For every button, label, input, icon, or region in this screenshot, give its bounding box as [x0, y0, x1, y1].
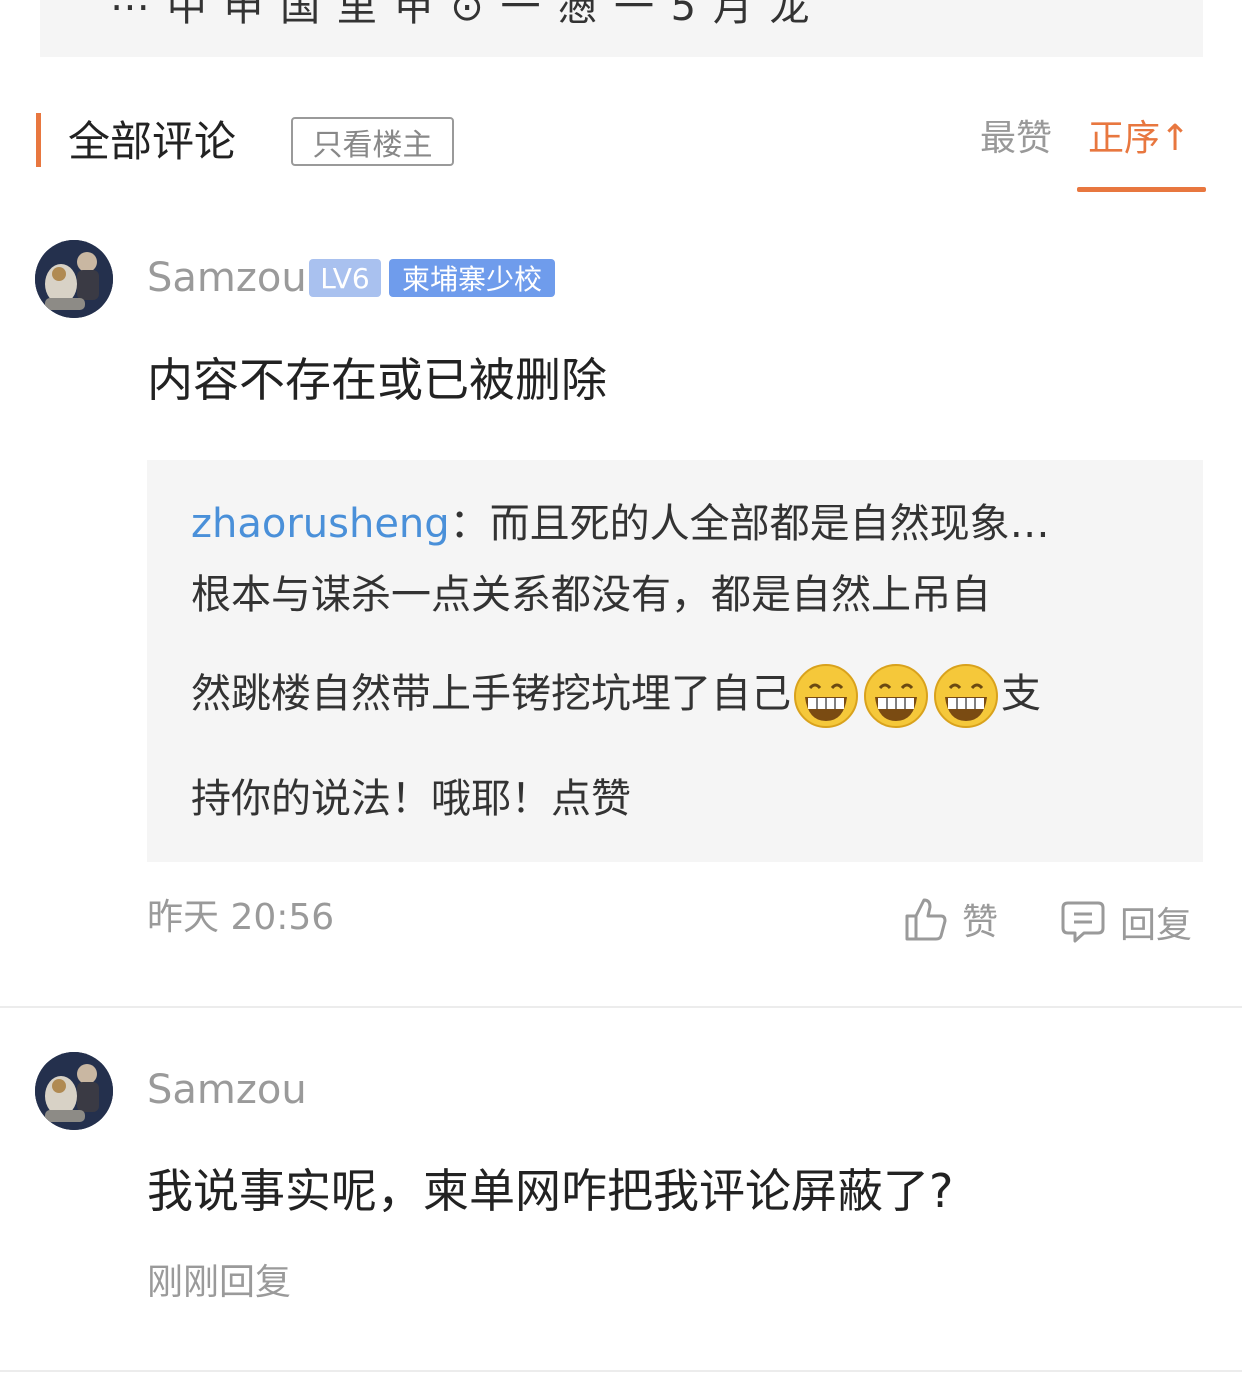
- comment-text: 我说事实呢，柬单网咋把我评论屏蔽了?: [147, 1164, 954, 1218]
- comment-icon: [1061, 901, 1105, 943]
- quote-text-3b: 支: [1001, 671, 1041, 717]
- previous-post-text: ⋯ 中 申 国 里 甲 ⊙ 一 懑 一 5 月 龙: [110, 0, 812, 30]
- avatar[interactable]: [35, 1052, 113, 1130]
- comment-divider: [0, 1006, 1242, 1008]
- quote-text-3: 然跳楼自然带上手铐挖坑埋了自己: [191, 671, 791, 717]
- reply-button[interactable]: 回复: [1060, 896, 1192, 948]
- comments-title: 全部评论: [68, 117, 237, 166]
- active-tab-indicator: [1077, 187, 1206, 192]
- grin-emoji-icon: [864, 664, 928, 728]
- like-button[interactable]: 赞: [904, 893, 998, 945]
- quote-line-3: 然跳楼自然带上手铐挖坑埋了自己 支: [191, 663, 1041, 729]
- comment-username[interactable]: Samzou: [147, 253, 307, 303]
- quote-line-4: 持你的说法！哦耶！点赞: [191, 776, 631, 822]
- section-accent-bar: [36, 113, 41, 167]
- thumbs-up-icon: [905, 898, 947, 941]
- quoted-comment[interactable]: zhaorusheng：而且死的人全部都是自然现象… 根本与谋杀一点关系都没有，…: [147, 460, 1203, 862]
- sort-asc-tab[interactable]: 正序↑: [1088, 114, 1190, 164]
- comment-time: 刚刚回复: [147, 1262, 292, 1303]
- like-label: 赞: [962, 902, 999, 943]
- sort-hot-tab[interactable]: 最赞: [980, 114, 1052, 164]
- grin-emoji-icon: [934, 664, 998, 728]
- quote-author[interactable]: zhaorusheng: [191, 501, 450, 547]
- comment-time: 昨天 20:56: [147, 897, 335, 938]
- level-badge: LV6: [309, 259, 381, 297]
- comment-username[interactable]: Samzou: [147, 1065, 307, 1115]
- previous-post-card: ⋯ 中 申 国 里 甲 ⊙ 一 懑 一 5 月 龙: [40, 0, 1203, 57]
- only-op-button[interactable]: 只看楼主: [291, 117, 454, 166]
- comment-text: 内容不存在或已被删除: [147, 353, 607, 407]
- title-badge: 柬埔寨少校: [389, 259, 555, 297]
- quote-line-2: 根本与谋杀一点关系都没有，都是自然上吊自: [191, 572, 991, 618]
- quote-text-1: 而且死的人全部都是自然现象…: [489, 501, 1050, 547]
- grin-emoji-icon: [794, 664, 858, 728]
- quote-separator: ：: [449, 501, 490, 547]
- avatar[interactable]: [35, 240, 113, 318]
- comment-divider: [0, 1370, 1242, 1372]
- reply-label: 回复: [1120, 905, 1193, 946]
- quote-line-1: zhaorusheng：而且死的人全部都是自然现象…: [191, 499, 1050, 549]
